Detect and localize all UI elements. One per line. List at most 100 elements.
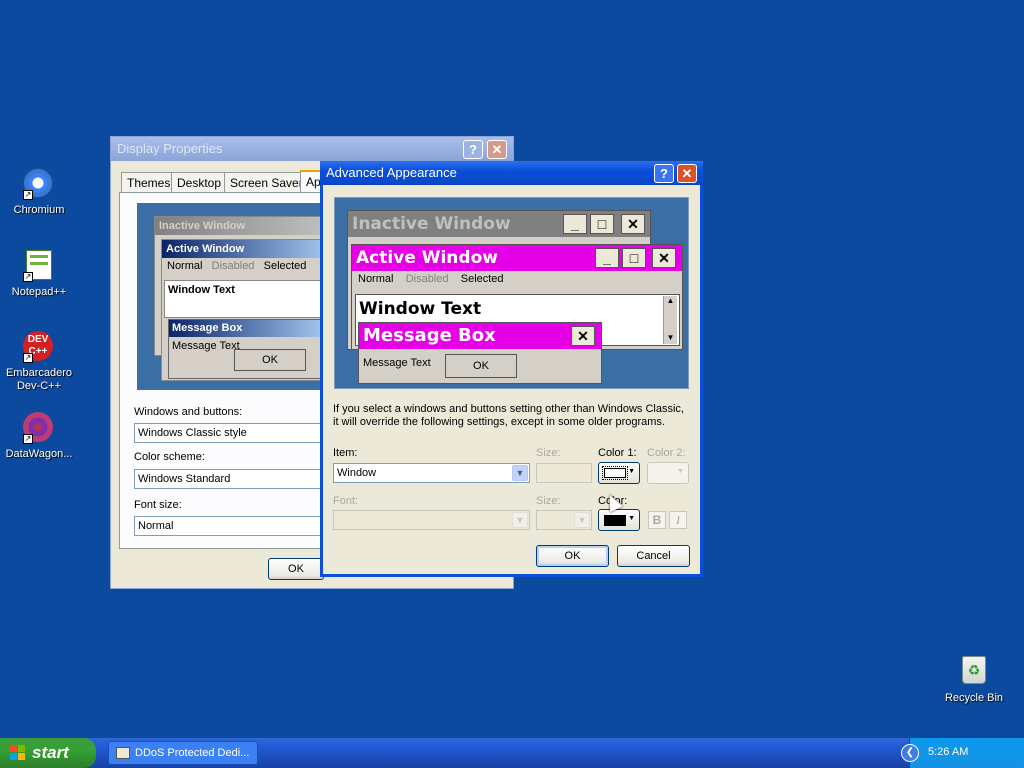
item-value: Window xyxy=(337,467,377,479)
font-size-label-aa: Size: xyxy=(536,495,561,507)
color-scheme-value: Windows Standard xyxy=(138,473,231,485)
aa-menu-disabled: Disabled xyxy=(405,273,449,285)
advanced-close-button[interactable]: ✕ xyxy=(677,164,697,183)
start-button[interactable]: start xyxy=(0,738,96,768)
recycle-bin-desktop-icon[interactable]: ♻ Recycle Bin xyxy=(935,656,1013,705)
aa-menu-normal: Normal xyxy=(358,273,394,285)
color2-dropdown-icon: ▼ xyxy=(677,468,684,475)
tray-expand-icon[interactable]: ❮ xyxy=(901,744,919,762)
chromium-desktop-icon[interactable]: ↗ Chromium xyxy=(0,168,78,217)
aa-preview-message-box: Message Box ✕ Message Text OK xyxy=(358,322,602,384)
datawagon-icon: ↗ xyxy=(23,412,55,444)
clock[interactable]: 5:26 AM xyxy=(928,746,968,758)
devcpp-label: Embarcadero Dev-C++ xyxy=(5,367,73,392)
font-select: ▼ xyxy=(333,510,530,530)
item-dropdown-icon[interactable]: ▼ xyxy=(512,465,528,481)
bold-button: B xyxy=(648,511,666,529)
aa-ok-button[interactable]: OK xyxy=(536,545,609,567)
color-scheme-select[interactable]: Windows Standard xyxy=(134,469,324,489)
size-spinner xyxy=(536,463,592,483)
windows-buttons-label: Windows and buttons: xyxy=(134,406,243,418)
color2-label: Color 2: xyxy=(647,447,686,459)
windows-buttons-select[interactable]: Windows Classic style xyxy=(134,423,324,443)
font-color-button[interactable]: ▼ xyxy=(598,509,640,531)
dp-active-title: Active Window xyxy=(162,240,330,258)
task-label: DDoS Protected Dedi... xyxy=(135,747,250,759)
dp-message-box-title: Message Box xyxy=(169,320,327,337)
tab-screen-saver[interactable]: Screen Saver xyxy=(224,172,309,192)
system-tray: ❮ 5:26 AM xyxy=(901,738,1024,768)
aa-menu-selected: Selected xyxy=(460,273,504,285)
windows-buttons-value: Windows Classic style xyxy=(138,427,247,439)
dp-preview-ok: OK xyxy=(234,349,306,371)
dp-inactive-title: Inactive Window xyxy=(155,217,328,235)
font-size-select-aa: ▼ xyxy=(536,510,592,530)
font-label: Font: xyxy=(333,495,359,507)
notepadpp-icon: ↗ xyxy=(23,250,55,282)
font-color-dropdown-icon: ▼ xyxy=(628,515,635,522)
color-scheme-label: Color scheme: xyxy=(134,451,205,463)
item-select[interactable]: Window ▼ xyxy=(333,463,530,483)
aa-active-minimize-icon: _ xyxy=(595,248,619,268)
font-size-label: Font size: xyxy=(134,499,182,511)
taskbar: start DDoS Protected Dedi... ❮ 5:26 AM xyxy=(0,738,1024,768)
aa-info-text: If you select a windows and buttons sett… xyxy=(333,403,684,428)
start-label: start xyxy=(32,743,69,762)
size-label: Size: xyxy=(536,447,561,459)
dp-preview-area: Inactive Window Active Window Normal Dis… xyxy=(137,203,331,390)
aa-inactive-close-icon: ✕ xyxy=(621,214,645,234)
display-properties-ok-button[interactable]: OK xyxy=(268,558,324,580)
tab-desktop[interactable]: Desktop xyxy=(171,172,228,192)
tab-themes[interactable]: Themes xyxy=(121,172,177,192)
dp-menu-disabled: Disabled xyxy=(211,260,255,272)
item-label: Item: xyxy=(333,447,358,459)
aa-window-text: Window Text xyxy=(359,299,482,319)
aa-active-maximize-icon: □ xyxy=(622,248,646,268)
color1-dropdown-icon: ▼ xyxy=(628,468,635,475)
dp-window-text: Window Text xyxy=(164,280,328,318)
advanced-appearance-titlebar[interactable]: Advanced Appearance ? ✕ xyxy=(320,161,703,185)
aa-scrollbar: ▲ ▼ xyxy=(663,296,677,344)
task-app-icon xyxy=(116,747,130,759)
aa-inactive-minimize-icon: _ xyxy=(563,214,587,234)
aa-cancel-button[interactable]: Cancel xyxy=(617,545,690,567)
color2-button: ▼ xyxy=(647,462,689,484)
advanced-appearance-title: Advanced Appearance xyxy=(326,165,457,180)
chromium-label: Chromium xyxy=(13,204,65,216)
aa-active-close-icon: ✕ xyxy=(652,248,676,268)
aa-inactive-maximize-icon: □ xyxy=(590,214,614,234)
font-size-value: Normal xyxy=(138,520,174,532)
devcpp-desktop-icon[interactable]: DEV C++ ↗ Embarcadero Dev-C++ xyxy=(0,331,78,393)
windows-logo-icon xyxy=(10,745,26,761)
notepadpp-desktop-icon[interactable]: ↗ Notepad++ xyxy=(0,250,78,299)
font-dropdown-icon: ▼ xyxy=(512,512,528,528)
close-button[interactable]: ✕ xyxy=(487,140,507,159)
font-color-swatch xyxy=(604,515,626,526)
devcpp-icon: DEV C++ ↗ xyxy=(23,331,55,363)
dp-preview-message-box: Message Box Message Text OK xyxy=(168,319,328,379)
dp-menu-bar: Normal Disabled Selected xyxy=(162,258,330,275)
display-properties-title: Display Properties xyxy=(117,141,223,156)
aa-preview-ok: OK xyxy=(445,354,517,378)
notepadpp-label: Notepad++ xyxy=(11,286,67,298)
display-properties-titlebar[interactable]: Display Properties ? ✕ xyxy=(111,137,513,161)
color1-button[interactable]: ▼ xyxy=(598,462,640,484)
color1-label: Color 1: xyxy=(598,447,637,459)
aa-message-box-title: Message Box xyxy=(359,323,601,349)
aa-menu-bar: Normal Disabled Selected xyxy=(358,273,504,285)
aa-preview-area: Inactive Window _ □ ✕ Active Window _ □ … xyxy=(334,197,689,389)
datawagon-desktop-icon[interactable]: ↗ DataWagon... xyxy=(0,412,78,461)
color1-swatch xyxy=(602,466,628,480)
advanced-help-button[interactable]: ? xyxy=(654,164,674,183)
dp-menu-selected: Selected xyxy=(263,260,307,272)
dp-menu-normal: Normal xyxy=(167,260,203,272)
taskbar-task-button[interactable]: DDoS Protected Dedi... xyxy=(108,741,258,765)
chromium-icon: ↗ xyxy=(23,168,55,200)
font-size-dropdown-icon: ▼ xyxy=(574,512,590,528)
italic-button: I xyxy=(669,511,687,529)
aa-message-box-close-icon: ✕ xyxy=(571,326,595,346)
help-button[interactable]: ? xyxy=(463,140,483,159)
recycle-bin-icon: ♻ xyxy=(958,656,990,688)
aa-message-text: Message Text xyxy=(363,357,431,369)
font-size-select[interactable]: Normal xyxy=(134,516,324,536)
